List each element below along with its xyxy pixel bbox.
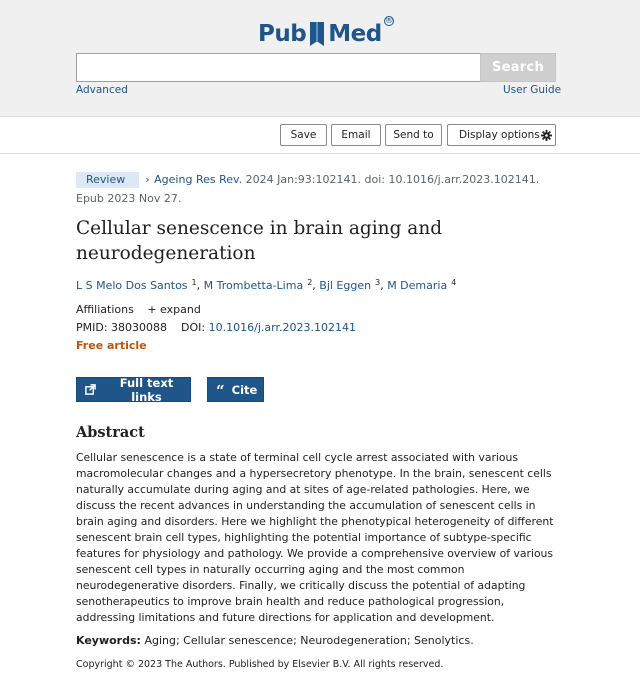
keywords-row: Keywords: Aging; Cellular senescence; Ne… [76,634,474,647]
search-button[interactable]: Search [480,53,556,82]
author-list: L S Melo Dos Santos 1, M Trombetta-Lima 2,… [76,278,457,292]
quote-icon: “ [216,382,225,400]
pubmed-logo-mark-icon [307,20,327,48]
article-title: Cellular senescence in brain aging and n… [76,218,443,264]
toolbar-divider [0,153,640,154]
display-options-label: Display options [459,129,540,141]
doi-label: DOI: [181,321,206,334]
identifiers-row: PMID: 38030088 DOI: 10.1016/j.arr.2023.1… [76,321,356,334]
plus-icon: + [147,303,157,316]
author-link[interactable]: M Trombetta-Lima [204,279,304,292]
keywords-value: Aging; Cellular senescence; Neurodegener… [144,634,474,647]
user-guide-link[interactable]: User Guide [503,84,561,96]
affiliations-row: Affiliations + expand [76,303,201,316]
citation-line: Review › Ageing Res Rev. 2024 Jan:93:1021… [76,170,556,208]
cite-button[interactable]: “ Cite [207,377,264,402]
external-link-icon [85,384,96,395]
affiliations-label: Affiliations [76,303,134,316]
search-input[interactable] [76,53,480,82]
registered-mark: ® [383,16,394,26]
advanced-search-link[interactable]: Advanced [76,84,128,96]
expand-affiliations-toggle[interactable]: + expand [147,303,200,316]
author-affiliation-number[interactable]: 4 [451,278,456,287]
logo-text-pub: Pub [258,21,307,47]
save-button[interactable]: Save [280,124,327,146]
full-text-links-button[interactable]: Full text links [76,375,191,404]
abstract-text: Cellular senescence is a state of termin… [76,451,554,624]
expand-label: expand [160,303,201,316]
pmid-label: PMID: [76,321,108,334]
article-type-badge: Review [76,172,140,188]
full-text-links-label: Full text links [119,375,174,404]
keywords-label: Keywords: [76,634,141,647]
author-link[interactable]: Bjl Eggen [319,279,371,292]
journal-link[interactable]: Ageing Res Rev. [154,173,242,186]
logo-text-med: Med [328,21,382,47]
pubmed-logo[interactable]: Pub Med ® [258,14,394,50]
copyright-notice: Copyright © 2023 The Authors. Published … [76,659,444,670]
author-link[interactable]: L S Melo Dos Santos [76,279,188,292]
author-link[interactable]: M Demaria [387,279,447,292]
free-article-label: Free article [76,339,147,352]
epub-date: Epub 2023 Nov 27. [76,192,182,205]
abstract-heading: Abstract [76,424,145,441]
citation-details: 2024 Jan:93:102141. doi: 10.1016/j.arr.2… [245,173,540,186]
display-options-button[interactable]: Display options [447,124,556,146]
email-button[interactable]: Email [331,124,381,146]
chevron-right-icon: › [145,173,150,186]
cite-label: Cite [231,382,258,397]
send-to-button[interactable]: Send to [385,124,442,146]
doi-link[interactable]: 10.1016/j.arr.2023.102141 [209,321,356,334]
pmid-value: 38030088 [111,321,168,334]
gear-icon [540,129,552,141]
